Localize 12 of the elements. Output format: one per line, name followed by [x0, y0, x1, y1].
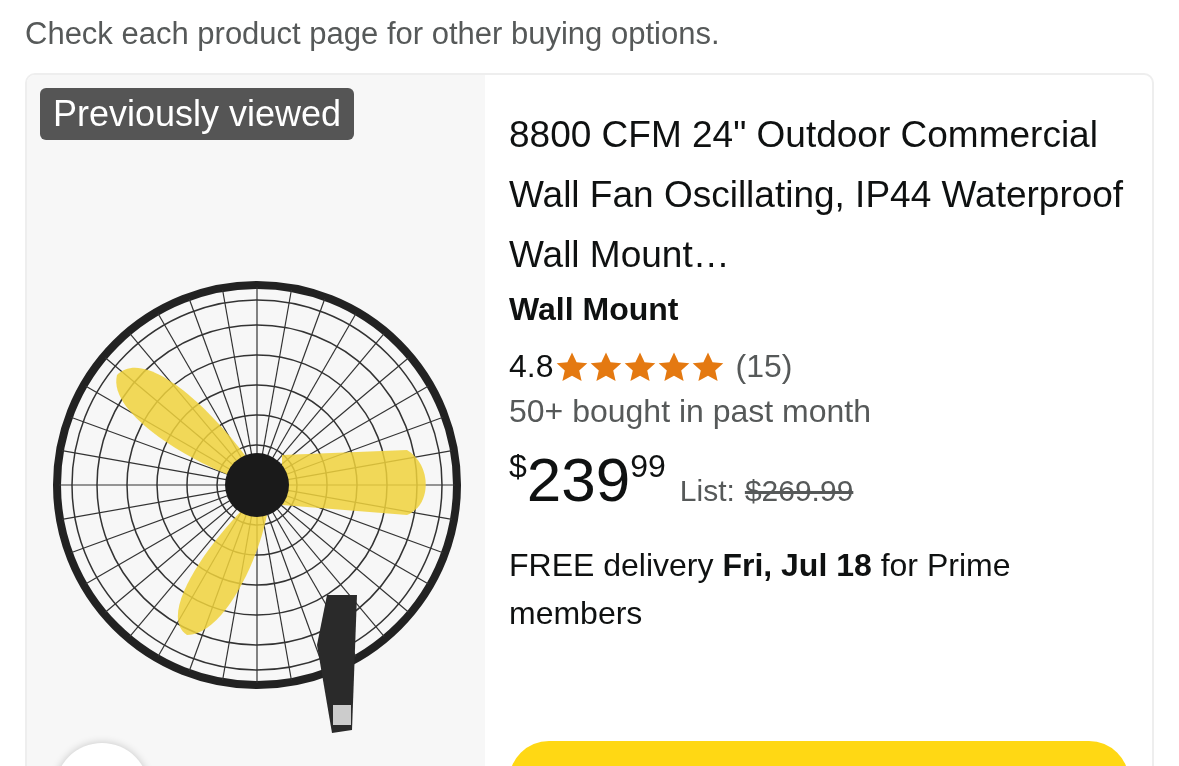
list-price: $269.99: [744, 474, 854, 508]
notice-text: Check each product page for other buying options.: [24, 15, 721, 53]
review-count[interactable]: (15): [735, 348, 793, 385]
previously-viewed-badge: Previously viewed: [40, 88, 355, 140]
delivery-text: FREE delivery Fri, Jul 18 for Prime members: [509, 546, 1012, 633]
rating-value: 4.8: [509, 348, 554, 385]
product-title[interactable]: 8800 CFM 24" Outdoor Commercial Wall Fan Oscillating, IP44 Waterproof Wall Mount…: [509, 105, 1139, 285]
list-price-label: List:: [679, 474, 735, 508]
bought-count-text: 50+ bought in past month: [509, 393, 873, 430]
product-card[interactable]: [25, 73, 1154, 766]
variant-label: Wall Mount: [509, 291, 680, 328]
price: $^{$}$239$^{99}$: [509, 444, 666, 515]
